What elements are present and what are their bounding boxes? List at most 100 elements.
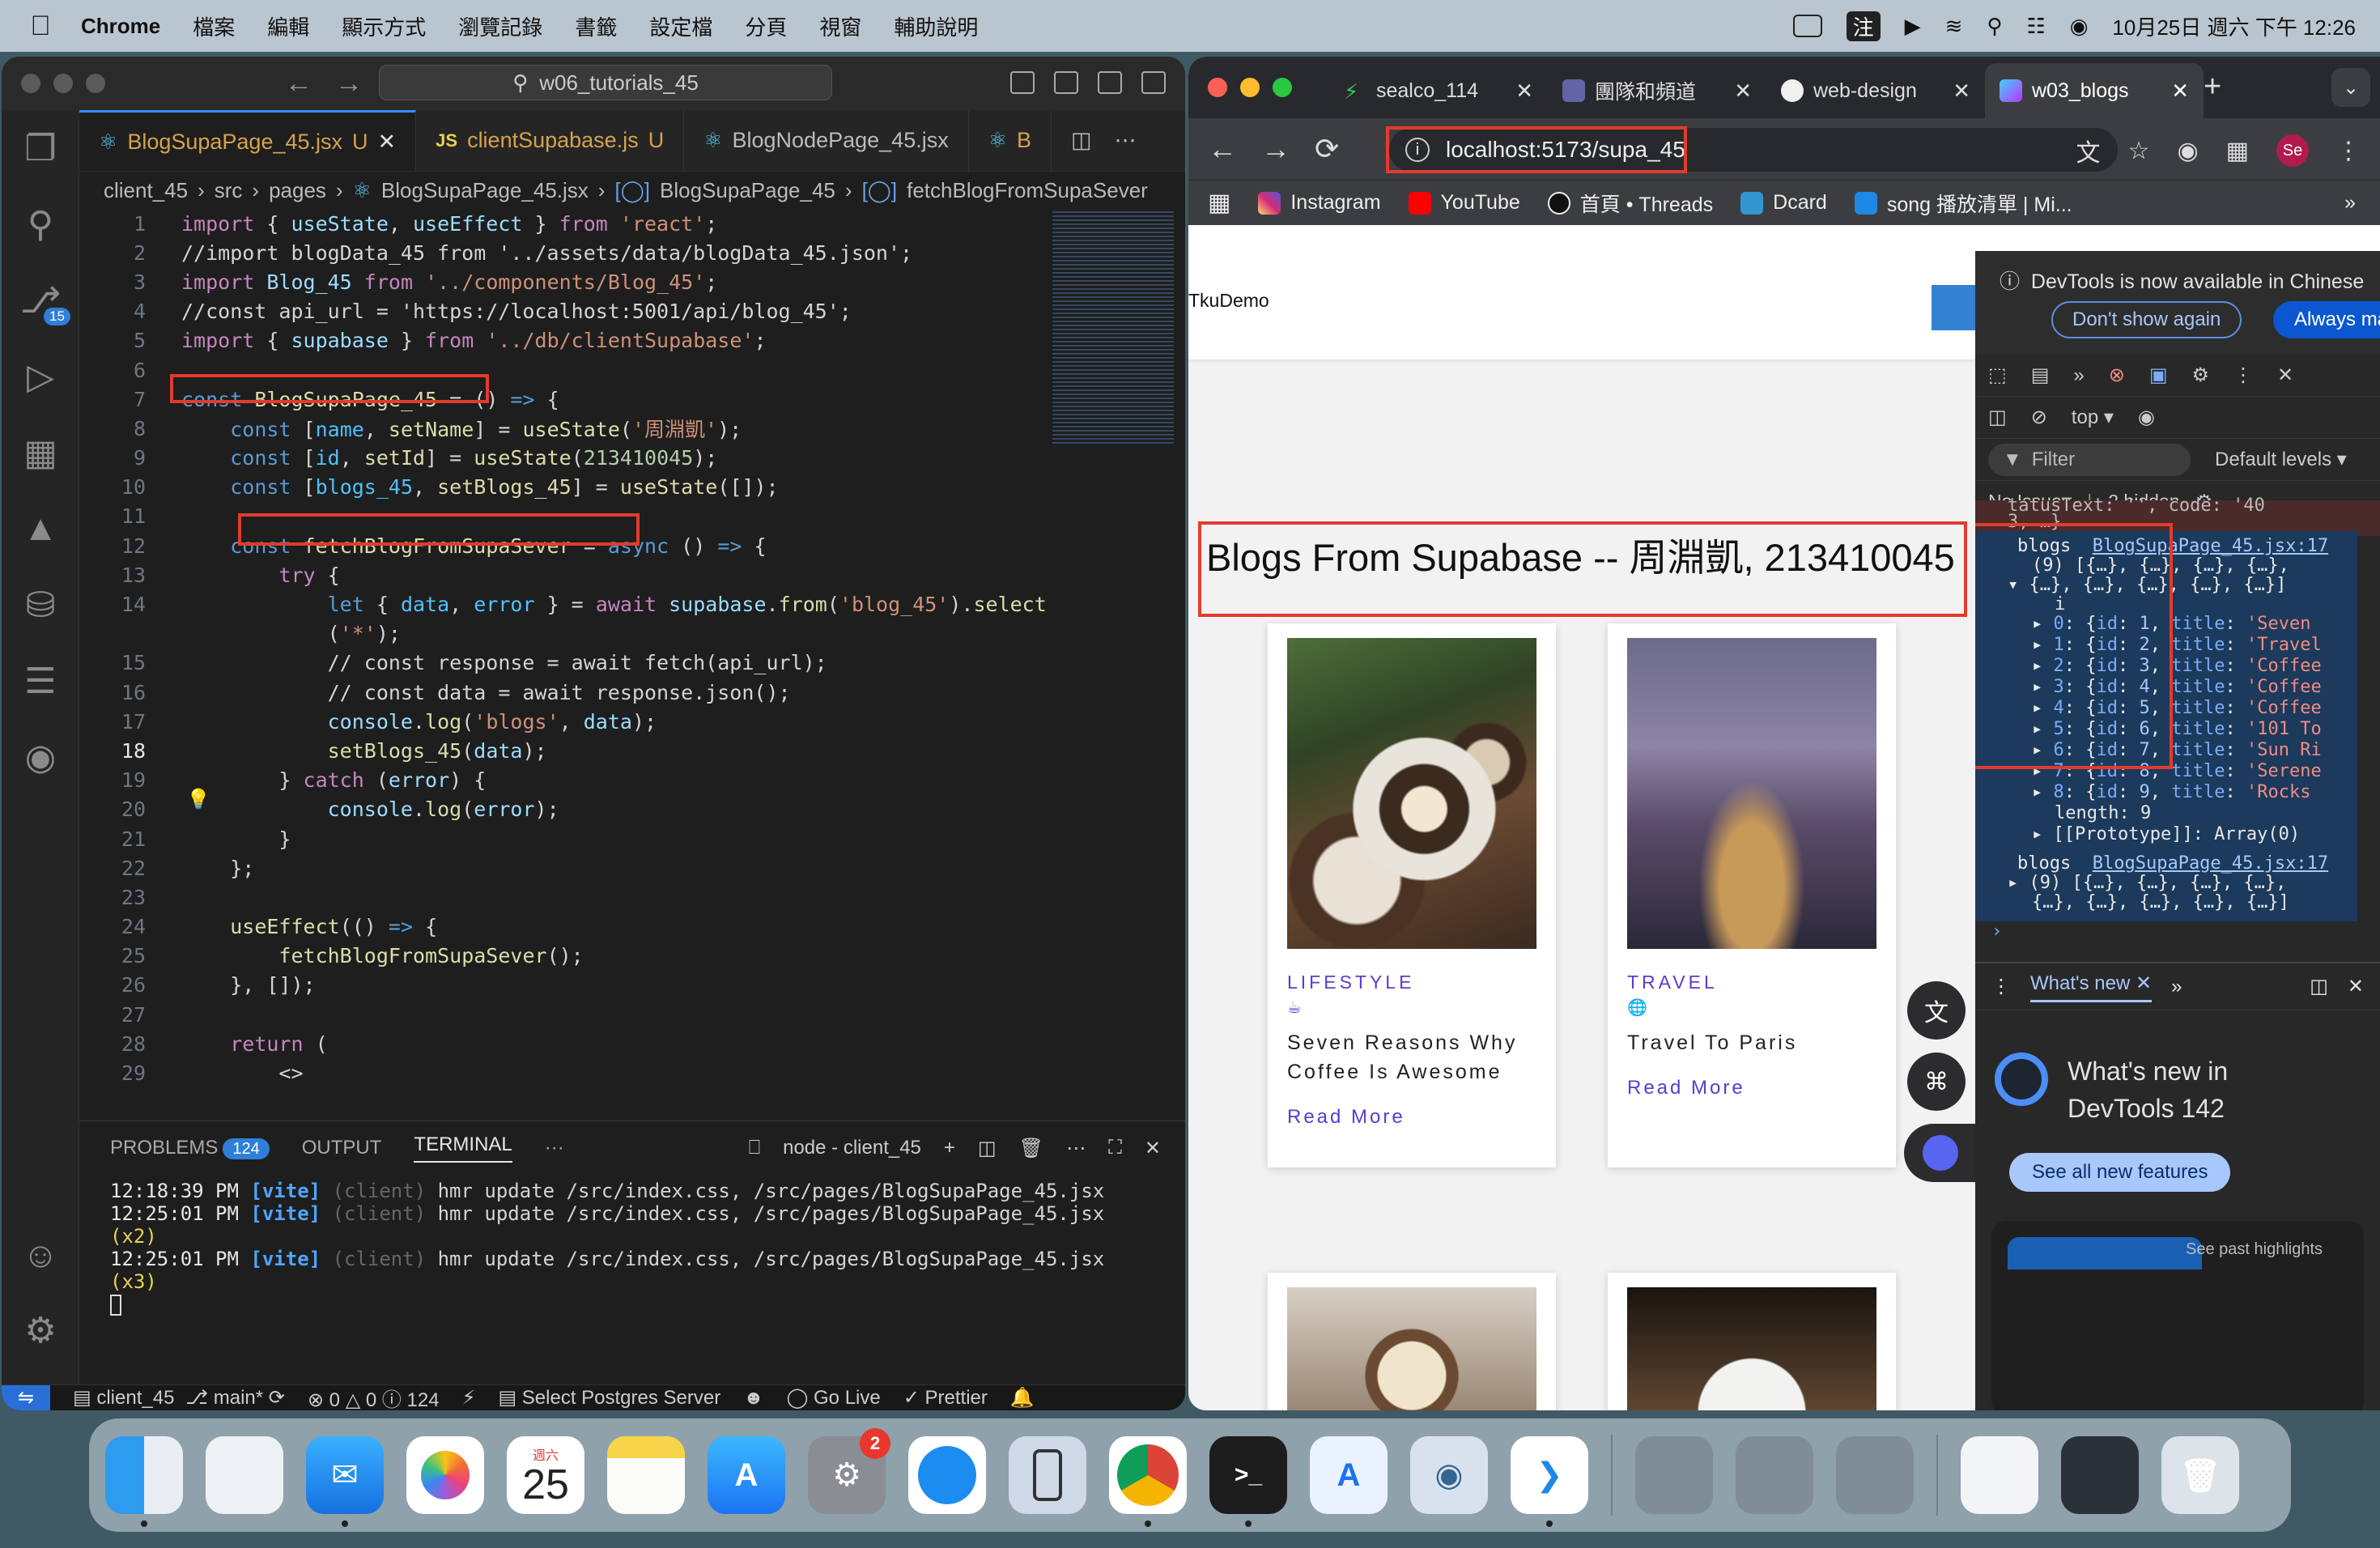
- document-icon[interactable]: [1961, 1436, 2038, 1514]
- devtools-menu-icon[interactable]: ⋮: [2233, 364, 2253, 387]
- trash-icon[interactable]: 🗑: [1019, 1137, 1043, 1160]
- sidebar-toggle-icon[interactable]: ◫: [1988, 406, 2007, 429]
- more-actions-icon[interactable]: ⋯: [1115, 128, 1137, 153]
- control-center-icon[interactable]: ☷: [2026, 14, 2045, 39]
- close-panel-icon[interactable]: ✕: [1145, 1137, 1161, 1160]
- calendar-icon[interactable]: 週六 25: [507, 1436, 584, 1514]
- close-icon[interactable]: ✕: [378, 130, 397, 155]
- close-icon[interactable]: ✕: [1953, 79, 1970, 104]
- split-editor-icon[interactable]: ◫: [1071, 128, 1092, 153]
- breadcrumb-item[interactable]: pages: [269, 178, 326, 203]
- error-icon[interactable]: ⊗: [2109, 364, 2125, 387]
- panel-more-button[interactable]: ···: [545, 1137, 564, 1159]
- status-postgres[interactable]: ▤ Select Postgres Server: [498, 1386, 720, 1410]
- assistant-fab[interactable]: [1904, 1124, 1975, 1182]
- devtools-ext-icon[interactable]: ▣: [2149, 364, 2168, 387]
- log-levels-select[interactable]: Default levels ▾: [2215, 448, 2347, 471]
- safari-icon[interactable]: [908, 1436, 986, 1514]
- context-select[interactable]: top ▾: [2072, 406, 2114, 429]
- window-thumbnail-icon[interactable]: [2061, 1436, 2139, 1514]
- accounts-icon[interactable]: ☺: [2, 1218, 79, 1294]
- past-highlights-link[interactable]: See past highlights: [2186, 1240, 2323, 1259]
- array-item[interactable]: ▸ 0: {id: 1, title: 'Seven: [2032, 614, 2310, 634]
- site-brand[interactable]: TkuDemo: [1188, 290, 1269, 312]
- photos-icon[interactable]: [406, 1436, 484, 1514]
- menu-window[interactable]: 視窗: [819, 11, 861, 41]
- chrome-icon[interactable]: [1109, 1436, 1187, 1527]
- status-prettier[interactable]: ✓ Prettier: [903, 1386, 988, 1410]
- profile-avatar[interactable]: Se: [2276, 134, 2309, 167]
- array-item[interactable]: ▸ 1: {id: 2, title: 'Travel: [2032, 635, 2322, 655]
- zoom-window-button[interactable]: [86, 74, 105, 93]
- source-control-icon[interactable]: ⎇ 15: [2, 262, 79, 338]
- menubar-clock[interactable]: 10月25日 週六 下午 12:26: [2112, 11, 2356, 41]
- address-bar[interactable]: i localhost:5173/supa_45: [1389, 128, 2118, 172]
- deploy-icon[interactable]: ▲: [2, 491, 79, 567]
- blog-card[interactable]: TRAVEL 🌐 Travel To Paris Read More: [1608, 623, 1896, 1167]
- new-terminal-icon[interactable]: +: [944, 1137, 955, 1159]
- split-terminal-icon[interactable]: ◫: [978, 1137, 997, 1160]
- mail-icon[interactable]: ✉: [306, 1436, 384, 1527]
- customize-layout-icon[interactable]: [1141, 71, 1166, 94]
- status-golive[interactable]: ◯ Go Live: [786, 1386, 880, 1410]
- always-match-language-button[interactable]: Always match Chrome's language: [2273, 301, 2380, 338]
- launchpad-icon[interactable]: [206, 1436, 283, 1514]
- array-item[interactable]: ▸ 4: {id: 5, title: 'Coffee: [2032, 698, 2322, 718]
- apple-menu-icon[interactable]: : [0, 11, 81, 42]
- menu-profiles[interactable]: 設定檔: [649, 11, 712, 41]
- browser-tab-active[interactable]: w03_blogs ✕: [1985, 63, 2204, 118]
- site-info-icon[interactable]: i: [1405, 138, 1430, 162]
- tab-whats-new[interactable]: What's new ✕: [2030, 972, 2153, 1002]
- close-icon[interactable]: ✕: [2171, 79, 2189, 104]
- bookmarks-overflow-icon[interactable]: »: [2344, 191, 2356, 215]
- inspect-element-icon[interactable]: ⬚: [1988, 364, 2007, 387]
- menu-file[interactable]: 檔案: [193, 11, 235, 41]
- array-item[interactable]: ▸ 5: {id: 6, title: '101 To: [2032, 719, 2322, 739]
- chrome-menu-icon[interactable]: ⋮: [2336, 137, 2361, 165]
- eye-icon[interactable]: ◉: [2138, 406, 2155, 429]
- breadcrumb-item[interactable]: fetchBlogFromSupaSever: [907, 178, 1148, 203]
- close-devtools-icon[interactable]: ✕: [2277, 364, 2293, 387]
- array-item[interactable]: ▸ 2: {id: 3, title: 'Coffee: [2032, 656, 2322, 676]
- read-more-link[interactable]: Read More: [1627, 1077, 1745, 1099]
- copilot-icon[interactable]: ☻: [743, 1387, 763, 1410]
- tab-terminal[interactable]: TERMINAL: [414, 1133, 512, 1163]
- menu-history[interactable]: 瀏覽記錄: [458, 11, 542, 41]
- browser-tab[interactable]: ⚡ sealco_114 ✕: [1329, 63, 1548, 118]
- spotlight-icon[interactable]: ⚲: [1987, 14, 2002, 39]
- translate-icon[interactable]: 文: [2076, 133, 2101, 168]
- wifi-icon[interactable]: ≋: [1945, 14, 1963, 39]
- console-log-line[interactable]: blogs BlogSupaPage_45.jsx:17: [2017, 853, 2328, 874]
- console-log-line[interactable]: blogs BlogSupaPage_45.jsx:17: [2017, 536, 2328, 556]
- menu-app-chrome[interactable]: Chrome: [81, 14, 160, 39]
- toggle-panel-icon[interactable]: [1054, 71, 1078, 94]
- maximize-panel-icon[interactable]: ⛶: [1108, 1137, 1122, 1159]
- more-tabs-icon[interactable]: »: [2073, 364, 2084, 387]
- toggle-secondary-sidebar-icon[interactable]: [1098, 71, 1122, 94]
- postgres-elephant-icon[interactable]: ◉: [1410, 1436, 1488, 1514]
- drawer-more-icon[interactable]: »: [2171, 976, 2182, 998]
- apps-grid-icon[interactable]: ▦: [1208, 189, 1230, 217]
- run-debug-icon[interactable]: ▷: [2, 338, 79, 415]
- device-toolbar-icon[interactable]: ▤: [2031, 364, 2050, 387]
- vscode-icon[interactable]: ❯: [1511, 1436, 1588, 1527]
- bookmark-item[interactable]: 首頁 • Threads: [1547, 189, 1713, 218]
- screen-record-icon[interactable]: ▶: [1905, 14, 1921, 39]
- array-item[interactable]: ▸ 8: {id: 9, title: 'Rocks: [2032, 782, 2310, 802]
- input-method-indicator[interactable]: 注: [1846, 11, 1881, 41]
- close-window-button[interactable]: [21, 74, 40, 93]
- console-output[interactable]: tatusText: '', code: '40 3, …} blogs Blo…: [1975, 495, 2380, 962]
- extensions-puzzle-icon[interactable]: ▦: [2226, 137, 2249, 165]
- apps-fab[interactable]: ⌘: [1907, 1053, 1966, 1111]
- folder-icon[interactable]: [1836, 1436, 1914, 1514]
- menu-tab[interactable]: 分頁: [745, 11, 787, 41]
- array-item[interactable]: ▸ 7: {id: 8, title: 'Serene: [2032, 761, 2322, 781]
- menu-help[interactable]: 輔助說明: [894, 11, 978, 41]
- console-prompt-icon[interactable]: ›: [1991, 921, 2002, 942]
- tab-blogsupapage[interactable]: ⚛ BlogSupaPage_45.jsx U ✕: [79, 110, 417, 171]
- breadcrumb-item[interactable]: BlogSupaPage_45: [660, 178, 835, 203]
- dont-show-again-button[interactable]: Don't show again: [2051, 301, 2242, 338]
- translate-fab[interactable]: 文: [1907, 981, 1966, 1040]
- menu-edit[interactable]: 編輯: [267, 11, 309, 41]
- menu-bookmarks[interactable]: 書籤: [575, 11, 617, 41]
